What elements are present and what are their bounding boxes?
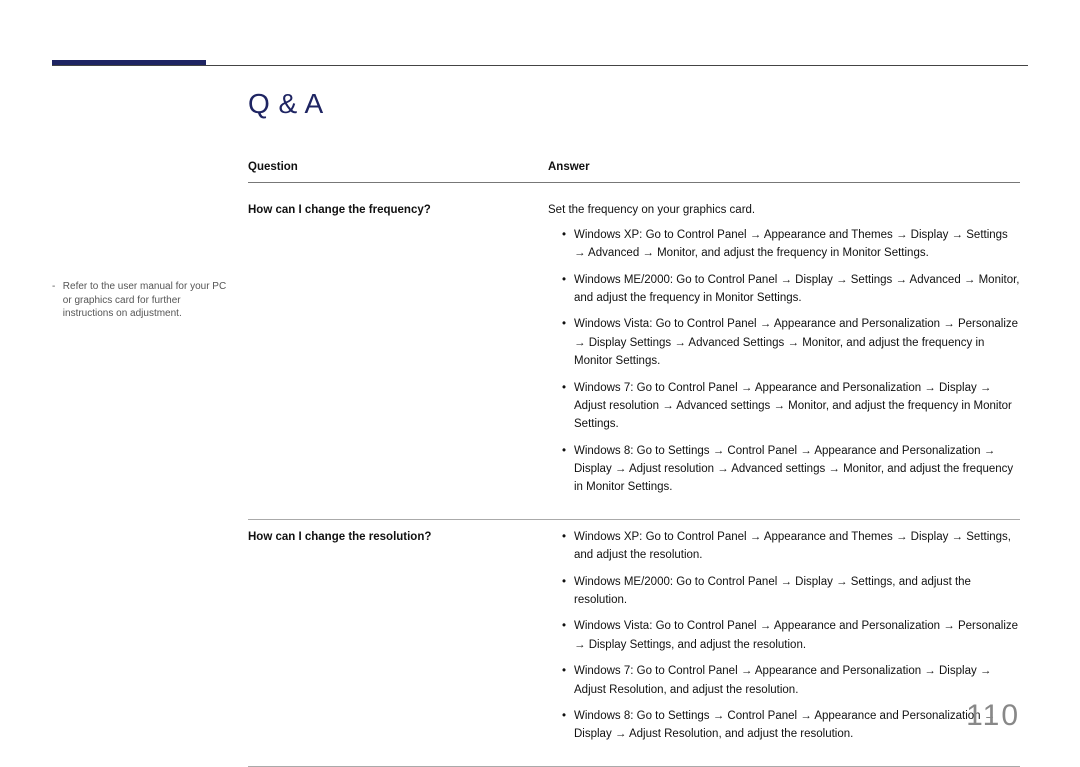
page-title: Q & A xyxy=(248,88,324,120)
answer-list: Windows XP: Go to Control Panel → Appear… xyxy=(548,226,1020,497)
list-item: Windows 7: Go to Control Panel → Appeara… xyxy=(562,662,1020,699)
side-note-text: Refer to the user manual for your PC or … xyxy=(63,280,231,321)
answer-list: Windows XP: Go to Control Panel → Appear… xyxy=(548,528,1020,744)
list-item: Windows ME/2000: Go to Control Panel → D… xyxy=(562,573,1020,610)
answer-intro: Set the frequency on your graphics card. xyxy=(548,201,1020,219)
list-item: Windows 8: Go to Settings → Control Pane… xyxy=(562,442,1020,497)
list-item: Windows Vista: Go to Control Panel → App… xyxy=(562,315,1020,370)
qa-header-row: Question Answer xyxy=(248,158,1020,183)
list-item: Windows XP: Go to Control Panel → Appear… xyxy=(562,226,1020,263)
header-question: Question xyxy=(248,158,548,176)
dash-icon: - xyxy=(52,280,60,294)
list-item: Windows ME/2000: Go to Control Panel → D… xyxy=(562,271,1020,308)
header-answer: Answer xyxy=(548,158,1020,176)
qa-row: How can I change the resolution? Windows… xyxy=(248,520,1020,767)
list-item: Windows 8: Go to Settings → Control Pane… xyxy=(562,707,1020,744)
list-item: Windows Vista: Go to Control Panel → App… xyxy=(562,617,1020,654)
qa-table: Question Answer How can I change the fre… xyxy=(248,158,1020,767)
side-note: - Refer to the user manual for your PC o… xyxy=(52,280,232,321)
page-number: 110 xyxy=(966,699,1020,733)
question-text: How can I change the resolution? xyxy=(248,528,548,752)
question-text: How can I change the frequency? xyxy=(248,201,548,504)
answer-cell: Set the frequency on your graphics card.… xyxy=(548,201,1020,504)
qa-row: How can I change the frequency? Set the … xyxy=(248,193,1020,519)
list-item: Windows XP: Go to Control Panel → Appear… xyxy=(562,528,1020,565)
header-rule xyxy=(52,65,1028,66)
answer-cell: Windows XP: Go to Control Panel → Appear… xyxy=(548,528,1020,752)
list-item: Windows 7: Go to Control Panel → Appeara… xyxy=(562,379,1020,434)
